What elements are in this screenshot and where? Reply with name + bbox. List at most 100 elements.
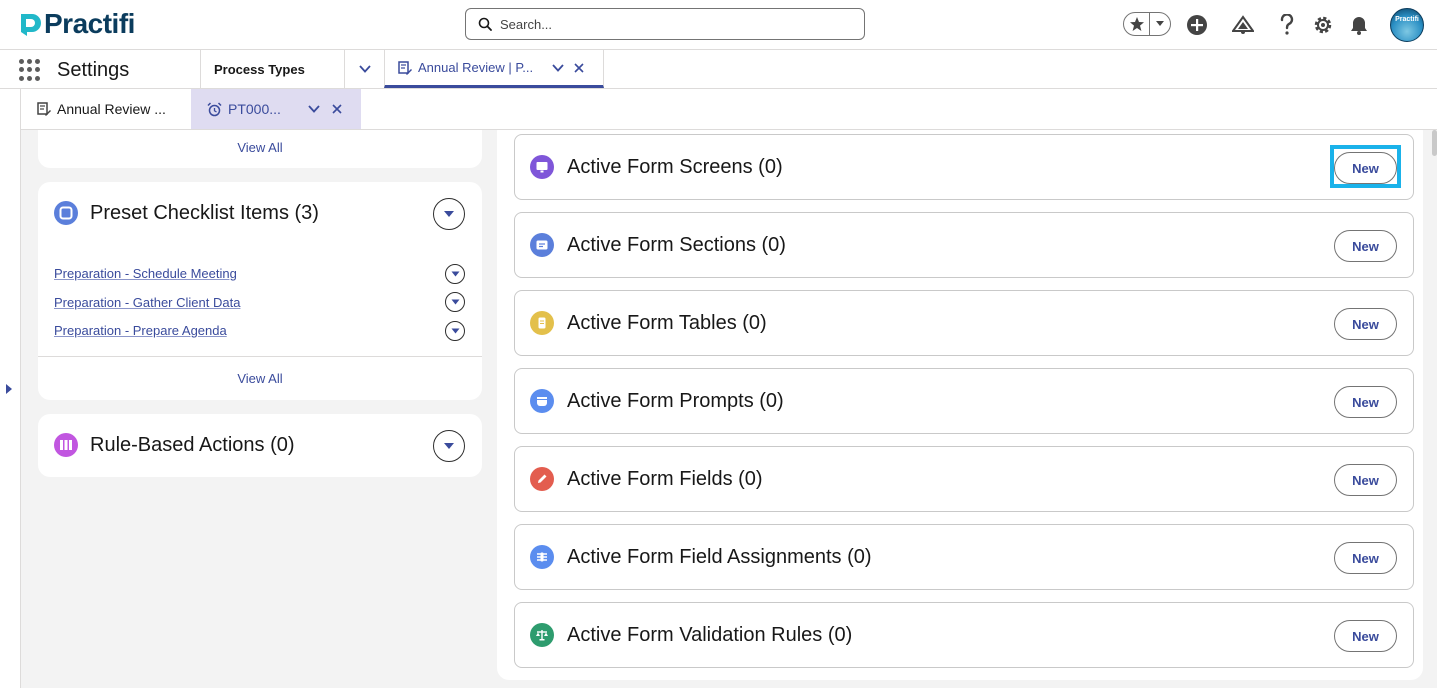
subtab-pt000[interactable]: PT000... [191, 89, 361, 129]
assignment-icon [530, 545, 554, 569]
related-list-title: Active Form Tables (0) [567, 312, 767, 334]
related-list-card-partial: View All [38, 130, 482, 168]
checklist-item-link[interactable]: Preparation - Schedule Meeting [54, 266, 237, 281]
setup-button[interactable] [1311, 13, 1335, 37]
practifi-logo-icon [21, 14, 41, 36]
section-icon [530, 233, 554, 257]
subtab-bar: Annual Review ... PT000... [21, 89, 1437, 130]
chevron-down-icon [451, 271, 459, 277]
favorites-menu-button[interactable] [1150, 13, 1170, 35]
close-icon[interactable] [574, 62, 584, 73]
card-header: Rule-Based Actions (0) [54, 433, 295, 457]
new-button[interactable]: New [1334, 620, 1397, 652]
checklist-item-link[interactable]: Preparation - Gather Client Data [54, 295, 240, 310]
item-actions-button[interactable] [445, 292, 465, 312]
card-actions-button[interactable] [433, 430, 465, 462]
chevron-down-icon [444, 443, 454, 449]
card-actions-button[interactable] [433, 198, 465, 230]
rule-based-actions-card: Rule-Based Actions (0) [38, 414, 482, 477]
record-edit-icon [37, 102, 51, 116]
rule-actions-icon [54, 433, 78, 457]
utility-strip [0, 89, 21, 688]
global-search[interactable] [465, 8, 865, 40]
tab-label: Process Types [214, 61, 305, 77]
related-list-active-form-sections: Active Form Sections (0) New [514, 212, 1414, 278]
new-button[interactable]: New [1334, 230, 1397, 262]
search-input[interactable] [500, 16, 840, 32]
new-button[interactable]: New [1334, 542, 1397, 574]
related-list-active-form-field-assignments: Active Form Field Assignments (0) New [514, 524, 1414, 590]
chevron-down-icon [444, 211, 454, 217]
expand-arrow-icon[interactable] [6, 384, 12, 394]
trailhead-icon [1232, 15, 1254, 34]
navigation-bar: Settings Process Types Annual Review | P… [0, 50, 1437, 89]
subtab-label: PT000... [228, 101, 281, 117]
prompt-icon [530, 389, 554, 413]
related-list-active-form-screens: Active Form Screens (0) New [514, 134, 1414, 200]
search-icon [478, 17, 492, 31]
related-list-active-form-validation-rules: Active Form Validation Rules (0) New [514, 602, 1414, 668]
checklist-icon [54, 201, 78, 225]
app-launcher-icon[interactable] [19, 59, 41, 81]
notifications-button[interactable] [1347, 13, 1371, 37]
help-icon [1280, 14, 1294, 35]
checklist-item-link[interactable]: Preparation - Prepare Agenda [54, 323, 227, 338]
help-button[interactable] [1275, 13, 1299, 37]
related-list-title: Active Form Prompts (0) [567, 390, 784, 412]
related-list-title: Active Form Sections (0) [567, 234, 786, 256]
tab-process-types[interactable]: Process Types [200, 50, 344, 88]
preset-checklist-card: Preset Checklist Items (3) Preparation -… [38, 182, 482, 400]
card-title: Rule-Based Actions (0) [90, 433, 295, 456]
view-all-link[interactable]: View All [38, 371, 482, 386]
new-button[interactable]: New [1334, 464, 1397, 496]
monitor-icon [530, 155, 554, 179]
item-actions-button[interactable] [445, 321, 465, 341]
favorites-button[interactable] [1124, 13, 1150, 35]
tab-annual-review[interactable]: Annual Review | P... [384, 50, 604, 88]
chevron-down-icon[interactable] [552, 63, 564, 72]
gear-icon [1314, 16, 1332, 34]
chevron-down-icon [1156, 21, 1164, 26]
subtab-label: Annual Review ... [57, 101, 166, 117]
tab-label: Annual Review | P... [418, 60, 534, 75]
record-content: View All Preset Checklist Items (3) Prep… [21, 130, 1437, 688]
scales-icon [530, 623, 554, 647]
alarm-clock-icon [207, 101, 222, 116]
new-button[interactable]: New [1334, 386, 1397, 418]
new-button[interactable]: New [1334, 308, 1397, 340]
related-list-active-form-fields: Active Form Fields (0) New [514, 446, 1414, 512]
chevron-down-icon [451, 328, 459, 334]
close-icon[interactable] [332, 104, 342, 114]
subtab-annual-review[interactable]: Annual Review ... [21, 89, 191, 129]
global-actions-button[interactable] [1185, 13, 1209, 37]
table-icon [530, 311, 554, 335]
app-name: Settings [57, 59, 130, 81]
bell-icon [1351, 17, 1367, 35]
practifi-logo[interactable]: Practifi [18, 8, 135, 40]
card-header: Preset Checklist Items (3) [54, 201, 319, 225]
divider [38, 356, 482, 357]
new-button[interactable]: New [1334, 152, 1397, 184]
item-actions-button[interactable] [445, 264, 465, 284]
user-avatar[interactable]: Practifi [1390, 8, 1424, 42]
pencil-icon [530, 467, 554, 491]
view-all-link[interactable]: View All [38, 140, 482, 155]
related-list-title: Active Form Screens (0) [567, 156, 783, 178]
tab-process-types-menu[interactable] [344, 50, 384, 88]
plus-circle-icon [1187, 15, 1207, 35]
global-header: Practifi Search... Practifi [0, 0, 1437, 50]
related-list-title: Active Form Field Assignments (0) [567, 546, 872, 568]
chevron-down-icon[interactable] [308, 105, 320, 113]
favorites-group[interactable] [1123, 12, 1171, 36]
related-list-title: Active Form Validation Rules (0) [567, 624, 853, 646]
star-icon [1129, 17, 1144, 31]
scrollbar-thumb[interactable] [1432, 130, 1437, 156]
card-title: Preset Checklist Items (3) [90, 201, 319, 224]
chevron-down-icon [451, 299, 459, 305]
related-list-title: Active Form Fields (0) [567, 468, 763, 490]
avatar-text: Practifi [1395, 16, 1419, 23]
related-list-active-form-tables: Active Form Tables (0) New [514, 290, 1414, 356]
form-related-lists: Active Form Screens (0) New Active Form … [497, 130, 1423, 680]
chevron-down-icon [358, 65, 371, 73]
trailhead-button[interactable] [1231, 13, 1255, 37]
